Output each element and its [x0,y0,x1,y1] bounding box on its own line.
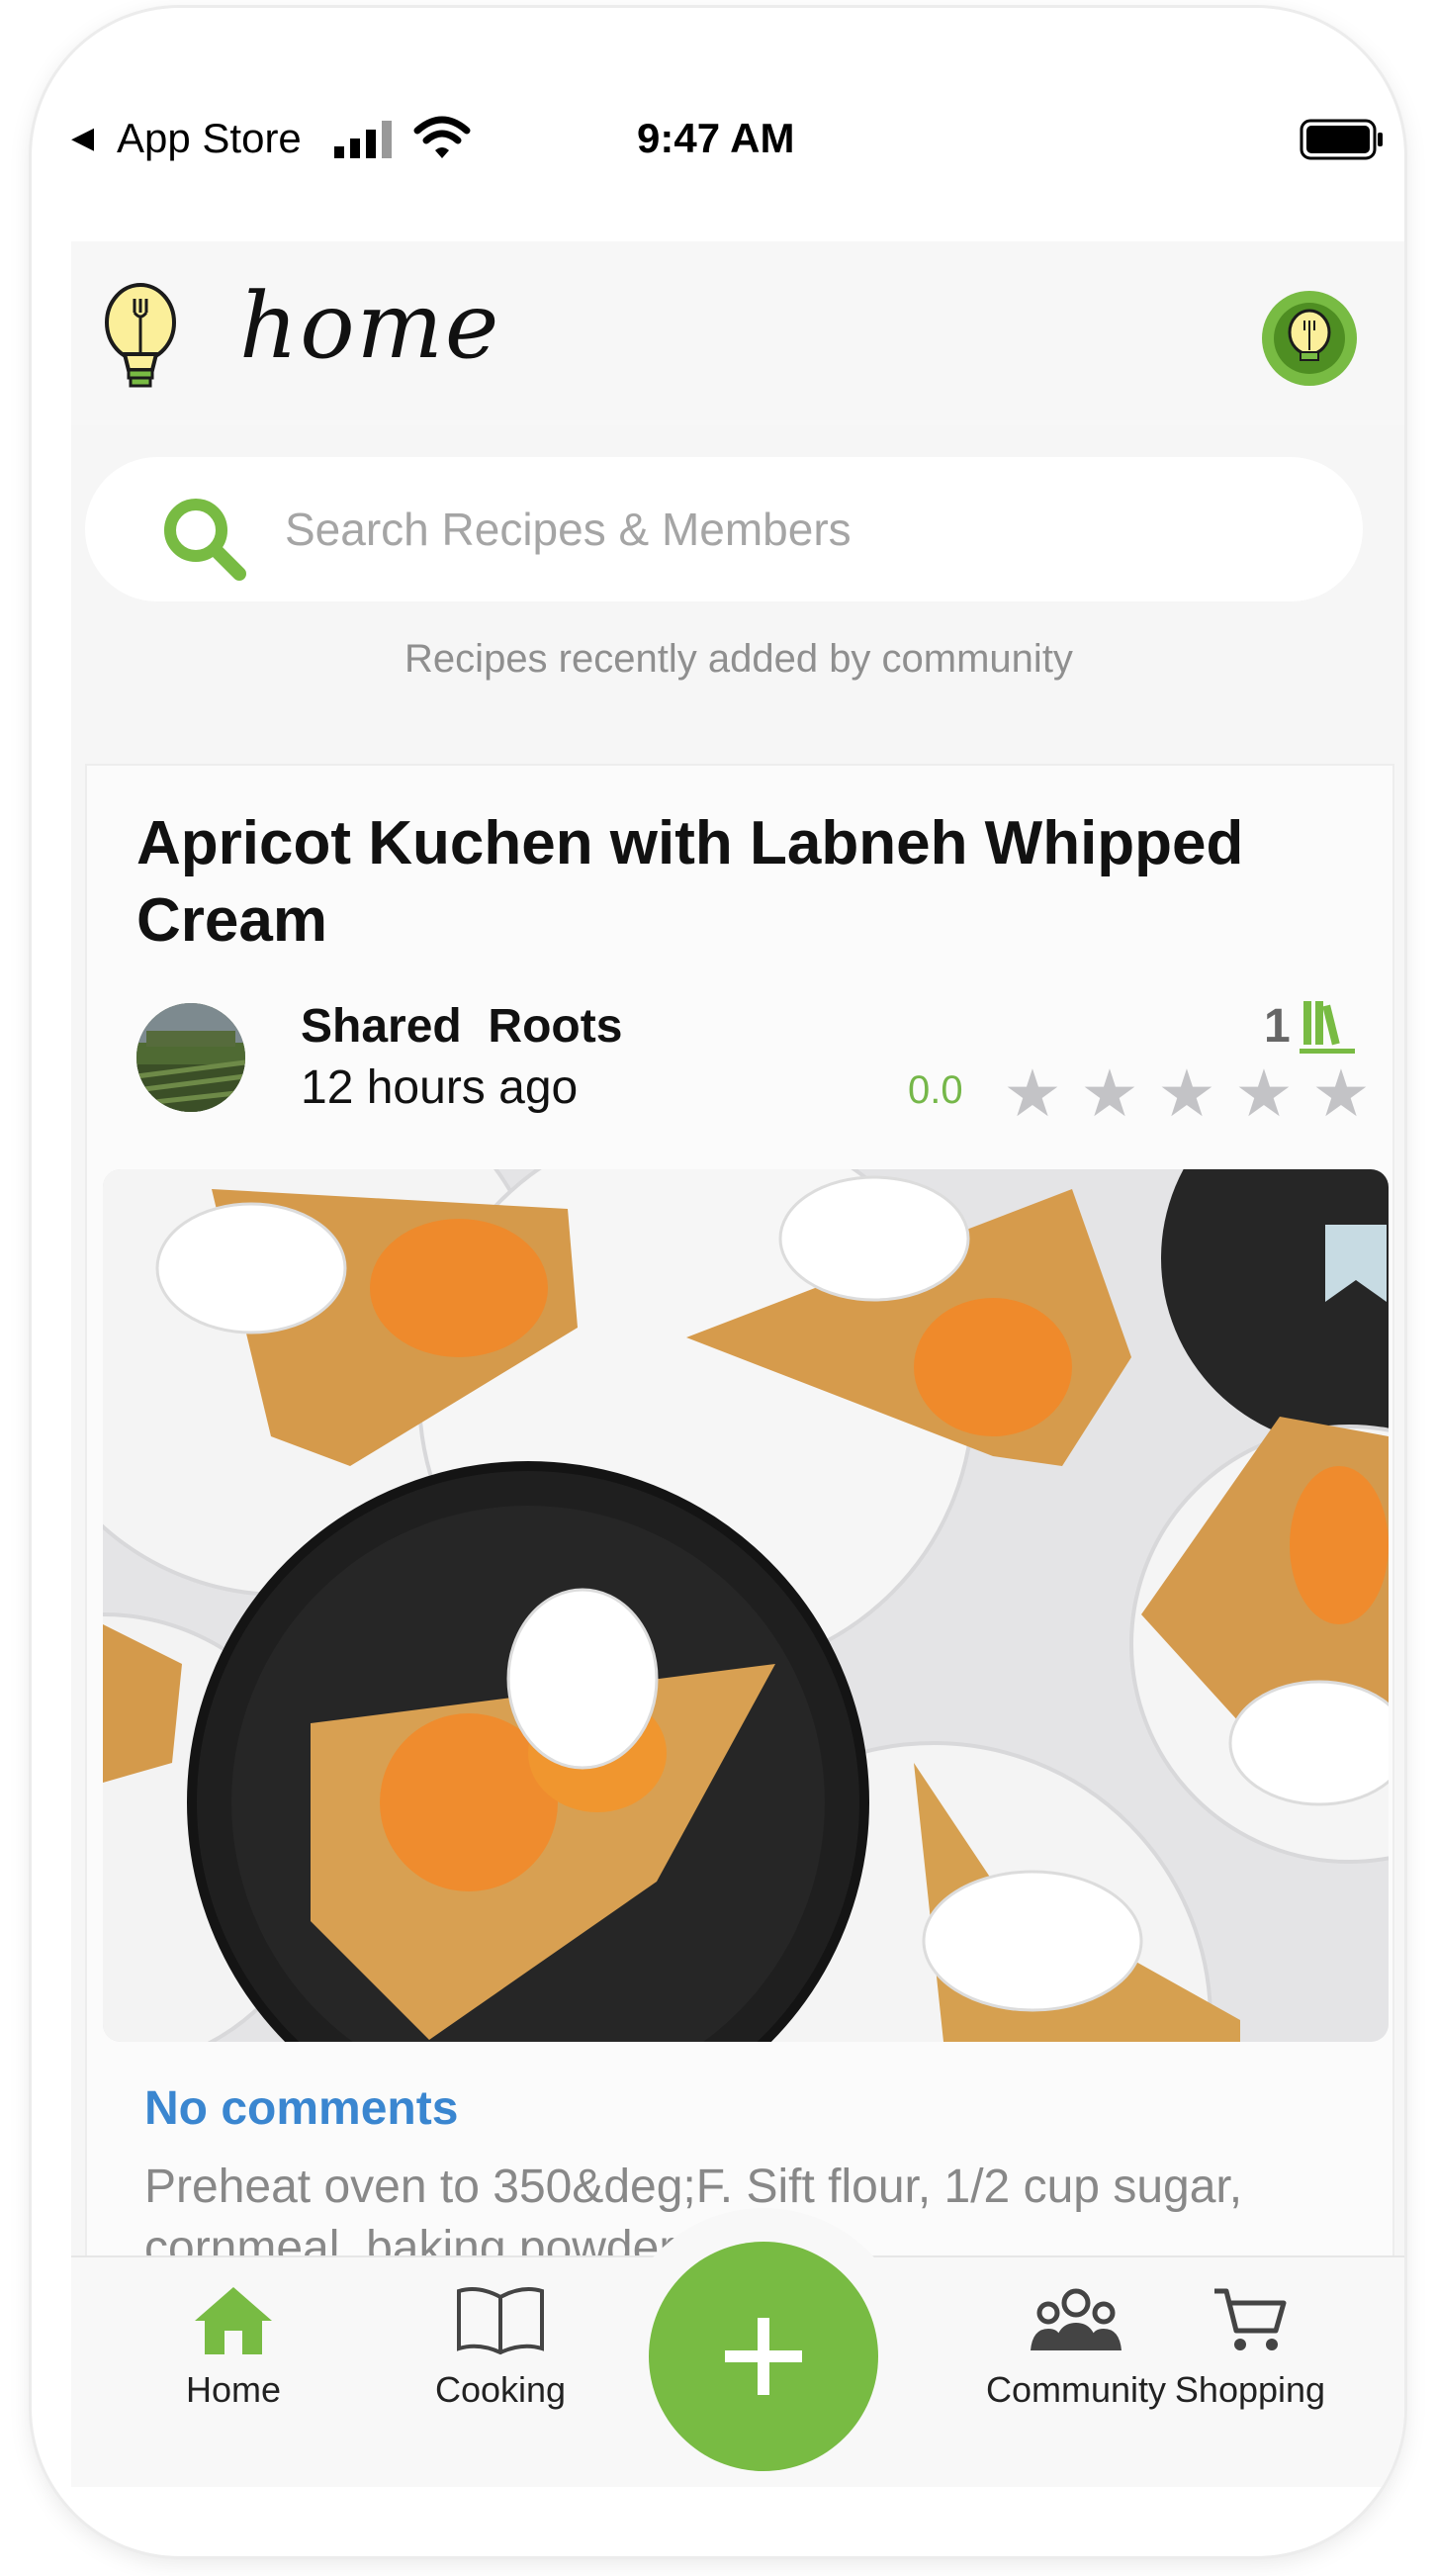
save-count: 1 [1264,1000,1291,1053]
star-icon[interactable]: ★ [1155,1058,1218,1128]
star-rating[interactable]: ★ ★ ★ ★ ★ [1001,1058,1373,1128]
nav-shopping[interactable]: Shopping [1122,2285,1379,2411]
nav-cooking[interactable]: Cooking [372,2285,629,2411]
avatar-image [136,1003,245,1112]
recipe-image [103,1169,1389,2042]
phone-frame: ◀ App Store 9:47 AM home Search Recipes … [32,8,1404,2556]
search-icon [164,499,246,581]
author-avatar[interactable] [136,1003,245,1112]
recipe-photo[interactable] [103,1169,1389,2042]
nav-cooking-label: Cooking [434,2369,567,2410]
nav-home[interactable]: Home [105,2285,362,2411]
battery-icon [1300,119,1383,160]
recipe-title[interactable]: Apricot Kuchen with Labneh Whipped Cream [136,805,1363,960]
star-icon[interactable]: ★ [1078,1058,1141,1128]
carrier-label[interactable]: App Store [117,115,302,162]
status-bar: ◀ App Store 9:47 AM [32,107,1404,176]
book-icon [457,2287,544,2355]
nav-home-label: Home [185,2369,282,2410]
app-screen: home Recipes recently added by community… [71,241,1404,2487]
star-icon[interactable]: ★ [1001,1058,1064,1128]
clock: 9:47 AM [637,115,795,161]
star-icon[interactable]: ★ [1232,1058,1296,1128]
feed-section-label: Recipes recently added by community [404,637,1073,681]
plus-icon [725,2318,802,2395]
back-arrow-icon[interactable]: ◀ [71,121,94,155]
bookmark-icon[interactable] [1325,1225,1387,1302]
post-timestamp: 12 hours ago [301,1061,579,1114]
add-recipe-button[interactable] [649,2242,878,2471]
nav-shopping-label: Shopping [1174,2369,1326,2410]
profile-icon[interactable] [1260,289,1359,388]
rating-value: 0.0 [908,1068,963,1112]
community-icon [1031,2288,1122,2350]
cart-icon [1214,2288,1287,2350]
wifi-icon [413,116,471,158]
author-name[interactable]: Shared Roots [301,999,622,1054]
search-bar[interactable] [85,457,1363,601]
lightbulb-logo-icon[interactable] [101,279,180,394]
app-header: home [71,241,1404,425]
home-icon [195,2287,272,2354]
search-input[interactable] [283,487,1315,572]
comments-link[interactable]: No comments [144,2081,458,2136]
page-title: home [239,273,501,379]
books-icon[interactable] [1300,997,1355,1057]
signal-icon [334,121,392,158]
star-icon[interactable]: ★ [1309,1058,1373,1128]
